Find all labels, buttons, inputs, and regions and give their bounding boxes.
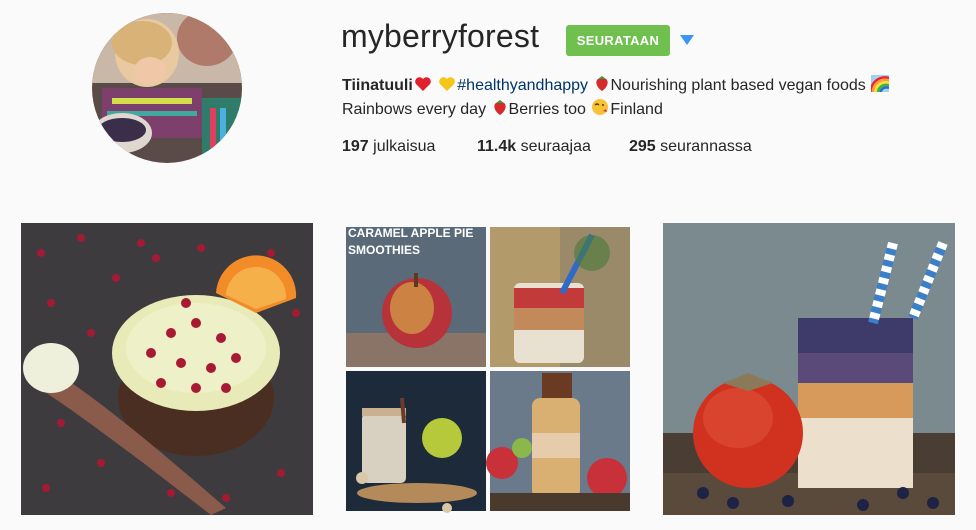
followers-stat[interactable]: 11.4k seuraajaa <box>477 138 591 156</box>
following-button[interactable]: SEURATAAN <box>566 25 670 56</box>
bio-text-3: Berries too <box>508 101 586 118</box>
followers-label: seuraajaa <box>520 138 591 155</box>
post-tile-2[interactable]: CARAMEL APPLE PIE SMOOTHIES <box>342 223 634 515</box>
caramel-apple-pie-smoothie-collage-image: CARAMEL APPLE PIE SMOOTHIES <box>342 223 634 515</box>
rainbow-icon <box>871 75 890 92</box>
bio-text-4: Finland <box>610 101 663 118</box>
posts-count: 197 <box>342 138 369 155</box>
chocolate-cake-with-pomegranate-image <box>21 223 313 515</box>
collage-caption-2: SMOOTHIES <box>348 243 420 257</box>
red-heart-icon <box>415 77 431 91</box>
profile-avatar[interactable] <box>92 13 242 163</box>
strawberry-icon <box>595 76 608 91</box>
dropdown-arrow-icon[interactable] <box>680 35 694 45</box>
posts-label: julkaisua <box>373 138 436 155</box>
posts-stat[interactable]: 197 julkaisua <box>342 138 435 156</box>
bio-text-2: Rainbows every day <box>342 101 487 118</box>
bio-name: Tiinatuuli <box>342 77 413 94</box>
following-stat[interactable]: 295 seurannassa <box>629 138 752 156</box>
following-count: 295 <box>629 138 656 155</box>
face-blowing-kiss-icon <box>592 99 609 115</box>
yellow-heart-icon <box>439 77 456 91</box>
post-tile-3[interactable] <box>663 223 955 515</box>
bio-text-1: Nourishing plant based vegan foods <box>610 77 866 94</box>
collage-caption-1: CARAMEL APPLE PIE <box>348 226 473 240</box>
persimmon-berry-smoothie-jar-image <box>663 223 955 515</box>
followers-count: 11.4k <box>477 138 517 155</box>
username: myberryforest <box>341 18 540 54</box>
hashtag-link[interactable]: #healthyandhappy <box>457 77 588 94</box>
avatar-image <box>92 13 242 163</box>
following-label: seurannassa <box>660 138 752 155</box>
post-tile-1[interactable] <box>21 223 313 515</box>
profile-bio: Tiinatuuli #healthyandhappy Nourishing p… <box>342 74 932 122</box>
strawberry-icon <box>493 100 506 115</box>
